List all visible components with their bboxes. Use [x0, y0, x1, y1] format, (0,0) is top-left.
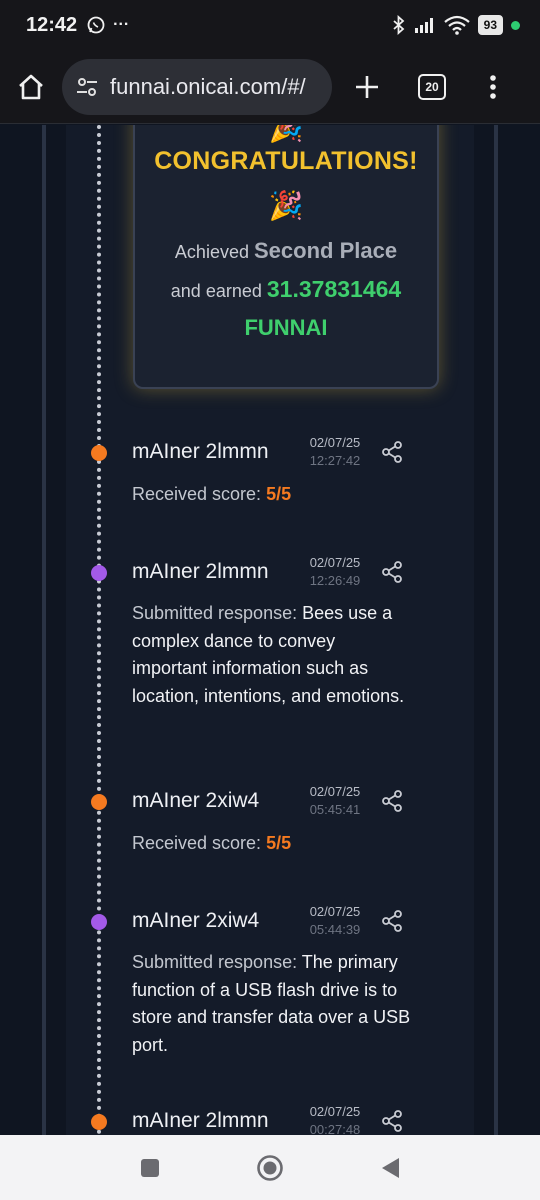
entry-body: Submitted response: The primary function… [132, 949, 412, 1059]
plus-icon [356, 75, 378, 98]
miner-name[interactable]: mAIner 2lmmn [132, 560, 269, 584]
entry-date: 02/07/25 [309, 784, 361, 799]
browser-toolbar: funnai.onicai.com/#/ 20 [0, 50, 540, 124]
share-icon[interactable] [381, 441, 403, 463]
tabs-icon: 20 [418, 73, 446, 100]
earned-line: and earned 31.37831464 [135, 276, 437, 303]
timeline-dot [91, 445, 107, 461]
entry-date: 02/07/25 [309, 555, 361, 570]
entry-time: 12:27:42 [309, 453, 361, 468]
share-icon[interactable] [381, 790, 403, 812]
home-button[interactable] [0, 50, 62, 124]
timeline-dot [91, 914, 107, 930]
battery-indicator: 93 [477, 15, 503, 35]
timeline-dot [91, 794, 107, 810]
home-icon [19, 74, 43, 99]
earned-amount: 31.37831464 [266, 276, 402, 302]
score-value: 5/5 [266, 484, 292, 504]
timeline-line [97, 125, 101, 1135]
frame-border-right [494, 125, 498, 1135]
party-popper-icon: 🎉 [268, 125, 304, 143]
entry-date: 02/07/25 [309, 1104, 361, 1119]
entry-time: 12:26:49 [309, 573, 361, 588]
miner-name[interactable]: mAIner 2xiw4 [132, 909, 259, 933]
entry-time: 05:45:41 [309, 802, 361, 817]
share-icon[interactable] [381, 1110, 403, 1132]
entry-date: 02/07/25 [309, 904, 361, 919]
recents-icon[interactable] [139, 1157, 161, 1179]
party-popper-icon: 🎉 [268, 190, 304, 221]
more-vert-icon [490, 74, 496, 99]
share-icon[interactable] [381, 910, 403, 932]
new-tab-button[interactable] [332, 50, 402, 124]
entry-date: 02/07/25 [309, 435, 361, 450]
entry-time: 00:27:48 [309, 1122, 361, 1135]
earned-prefix: and earned [170, 281, 262, 301]
entry-body: Received score: 5/5 [132, 481, 412, 509]
wifi-icon [443, 15, 470, 35]
whatsapp-icon [87, 16, 105, 34]
miner-name[interactable]: mAIner 2lmmn [132, 1109, 269, 1133]
signal-icon [414, 18, 433, 33]
achieved-prefix: Achieved [174, 242, 249, 262]
privacy-indicator-dot [511, 20, 520, 30]
congratulations-card: 🎉 CONGRATULATIONS! 🎉 Achieved Second Pla… [133, 125, 439, 389]
miner-name[interactable]: mAIner 2xiw4 [132, 789, 259, 813]
entry-time: 05:44:39 [309, 922, 361, 937]
tab-switcher-button[interactable]: 20 [402, 50, 462, 124]
entry-label: Received score: [132, 484, 262, 504]
share-icon[interactable] [381, 561, 403, 583]
miner-name[interactable]: mAIner 2lmmn [132, 440, 269, 464]
frame-border-left [42, 125, 46, 1135]
system-nav-bar [0, 1135, 540, 1200]
score-value: 5/5 [266, 833, 292, 853]
back-icon[interactable] [379, 1156, 401, 1180]
site-settings-icon[interactable] [76, 77, 98, 97]
overflow-dots: ··· [113, 16, 130, 33]
status-time: 12:42 [26, 13, 78, 36]
token-name: FUNNAI [244, 315, 328, 340]
url-text[interactable]: funnai.onicai.com/#/ [110, 74, 306, 100]
entry-label: Received score: [132, 833, 262, 853]
timeline-dot [91, 1114, 107, 1130]
timeline-dot [91, 565, 107, 581]
page-content[interactable]: 🎉 CONGRATULATIONS! 🎉 Achieved Second Pla… [0, 125, 540, 1135]
place-text: Second Place [254, 238, 398, 263]
congrats-title: CONGRATULATIONS! [154, 147, 418, 175]
entry-body: Received score: 5/5 [132, 830, 412, 858]
achievement-line: Achieved Second Place [135, 238, 437, 264]
entry-label: Submitted response: [132, 603, 298, 623]
home-circle-icon[interactable] [256, 1154, 284, 1182]
entry-body: Submitted response: Bees use a complex d… [132, 600, 412, 710]
entry-label: Submitted response: [132, 952, 298, 972]
status-bar: 12:42 ··· 93 [0, 0, 540, 50]
browser-menu-button[interactable] [462, 50, 524, 124]
address-bar[interactable]: funnai.onicai.com/#/ [62, 58, 332, 115]
bluetooth-icon [393, 15, 404, 35]
